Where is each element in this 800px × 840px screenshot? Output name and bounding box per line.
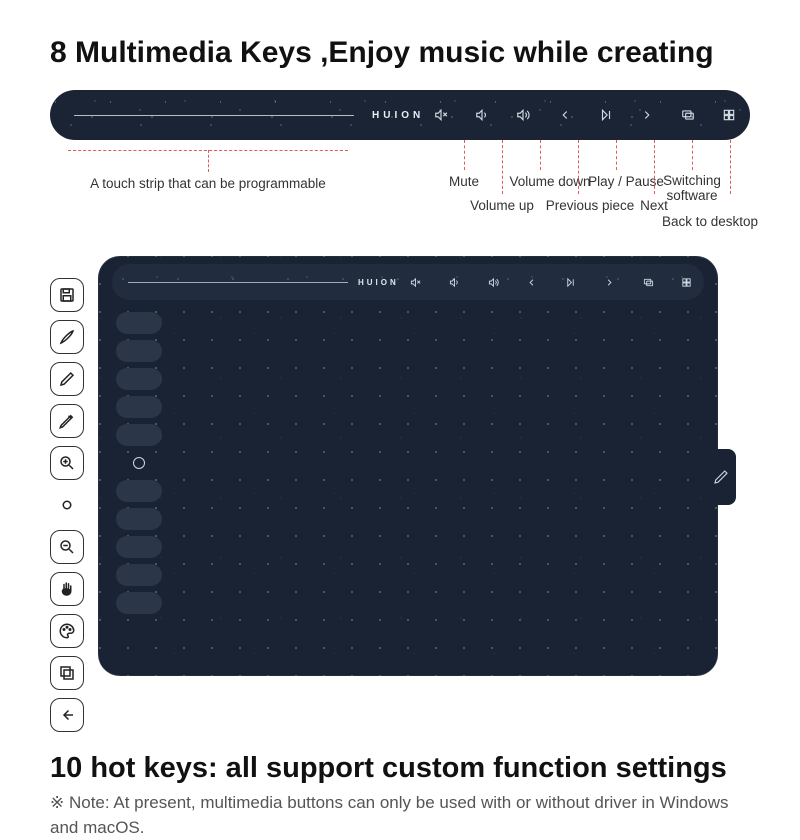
desktop-icon — [676, 271, 698, 293]
back-icon — [50, 698, 84, 732]
touch-strip-line — [74, 115, 354, 116]
callout-area: A touch strip that can be programmable M… — [50, 140, 750, 250]
headline-hotkeys: 10 hot keys: all support custom function… — [50, 752, 750, 785]
zoom-in-icon — [50, 446, 84, 480]
volume-up-icon — [444, 271, 466, 293]
hotkey-button — [116, 424, 162, 446]
tablet-body: HUION — [98, 256, 718, 676]
volume-up-icon — [469, 102, 495, 128]
save-icon — [50, 278, 84, 312]
next-icon — [634, 102, 660, 128]
circle-icon — [50, 488, 84, 522]
note-text: ※ Note: At present, multimedia buttons c… — [50, 791, 750, 840]
palette-icon — [50, 614, 84, 648]
touch-strip-label: A touch strip that can be programmable — [90, 176, 326, 191]
hotkey-button — [116, 536, 162, 558]
pen-holder-tab — [706, 449, 736, 505]
switch-software-icon — [675, 102, 701, 128]
hotkey-button — [116, 480, 162, 502]
media-keys-row — [428, 102, 742, 128]
mute-icon — [428, 102, 454, 128]
hotkey-button — [116, 592, 162, 614]
hotkey-button — [116, 508, 162, 530]
tablet-hotkeys — [116, 312, 162, 614]
headline-multimedia: 8 Multimedia Keys ,Enjoy music while cre… — [50, 36, 750, 70]
label-volume-up: Volume up — [470, 198, 534, 213]
stylus-icon — [50, 404, 84, 438]
layers-icon — [50, 656, 84, 690]
volume-down-icon — [482, 271, 504, 293]
volume-down-icon — [510, 102, 536, 128]
label-back-desktop: Back to desktop — [662, 214, 758, 229]
desktop-icon — [716, 102, 742, 128]
previous-icon — [521, 271, 543, 293]
hotkey-button — [116, 396, 162, 418]
mute-icon — [405, 271, 427, 293]
touch-strip-bar: HUION — [50, 90, 750, 140]
label-mute: Mute — [449, 174, 479, 189]
tablet-touch-line — [128, 282, 348, 283]
hotkey-button — [116, 312, 162, 334]
switch-software-icon — [637, 271, 659, 293]
tablet-top-bar: HUION — [112, 264, 704, 300]
previous-icon — [552, 102, 578, 128]
play-pause-icon — [593, 102, 619, 128]
brand-logo: HUION — [372, 110, 424, 121]
next-icon — [598, 271, 620, 293]
hotkey-button — [116, 340, 162, 362]
hand-icon — [50, 572, 84, 606]
hotkey-button — [116, 368, 162, 390]
tablet-brand: HUION — [358, 278, 399, 287]
pen-icon — [50, 362, 84, 396]
hotkey-ring — [116, 452, 162, 474]
brush-icon — [50, 320, 84, 354]
label-switch-software: Switching software — [663, 174, 721, 204]
hotkey-button — [116, 564, 162, 586]
label-previous: Previous piece — [546, 198, 635, 213]
label-play-pause: Play / Pause — [588, 174, 664, 189]
zoom-out-icon — [50, 530, 84, 564]
hotkey-icon-column — [50, 278, 84, 732]
play-pause-icon — [560, 271, 582, 293]
